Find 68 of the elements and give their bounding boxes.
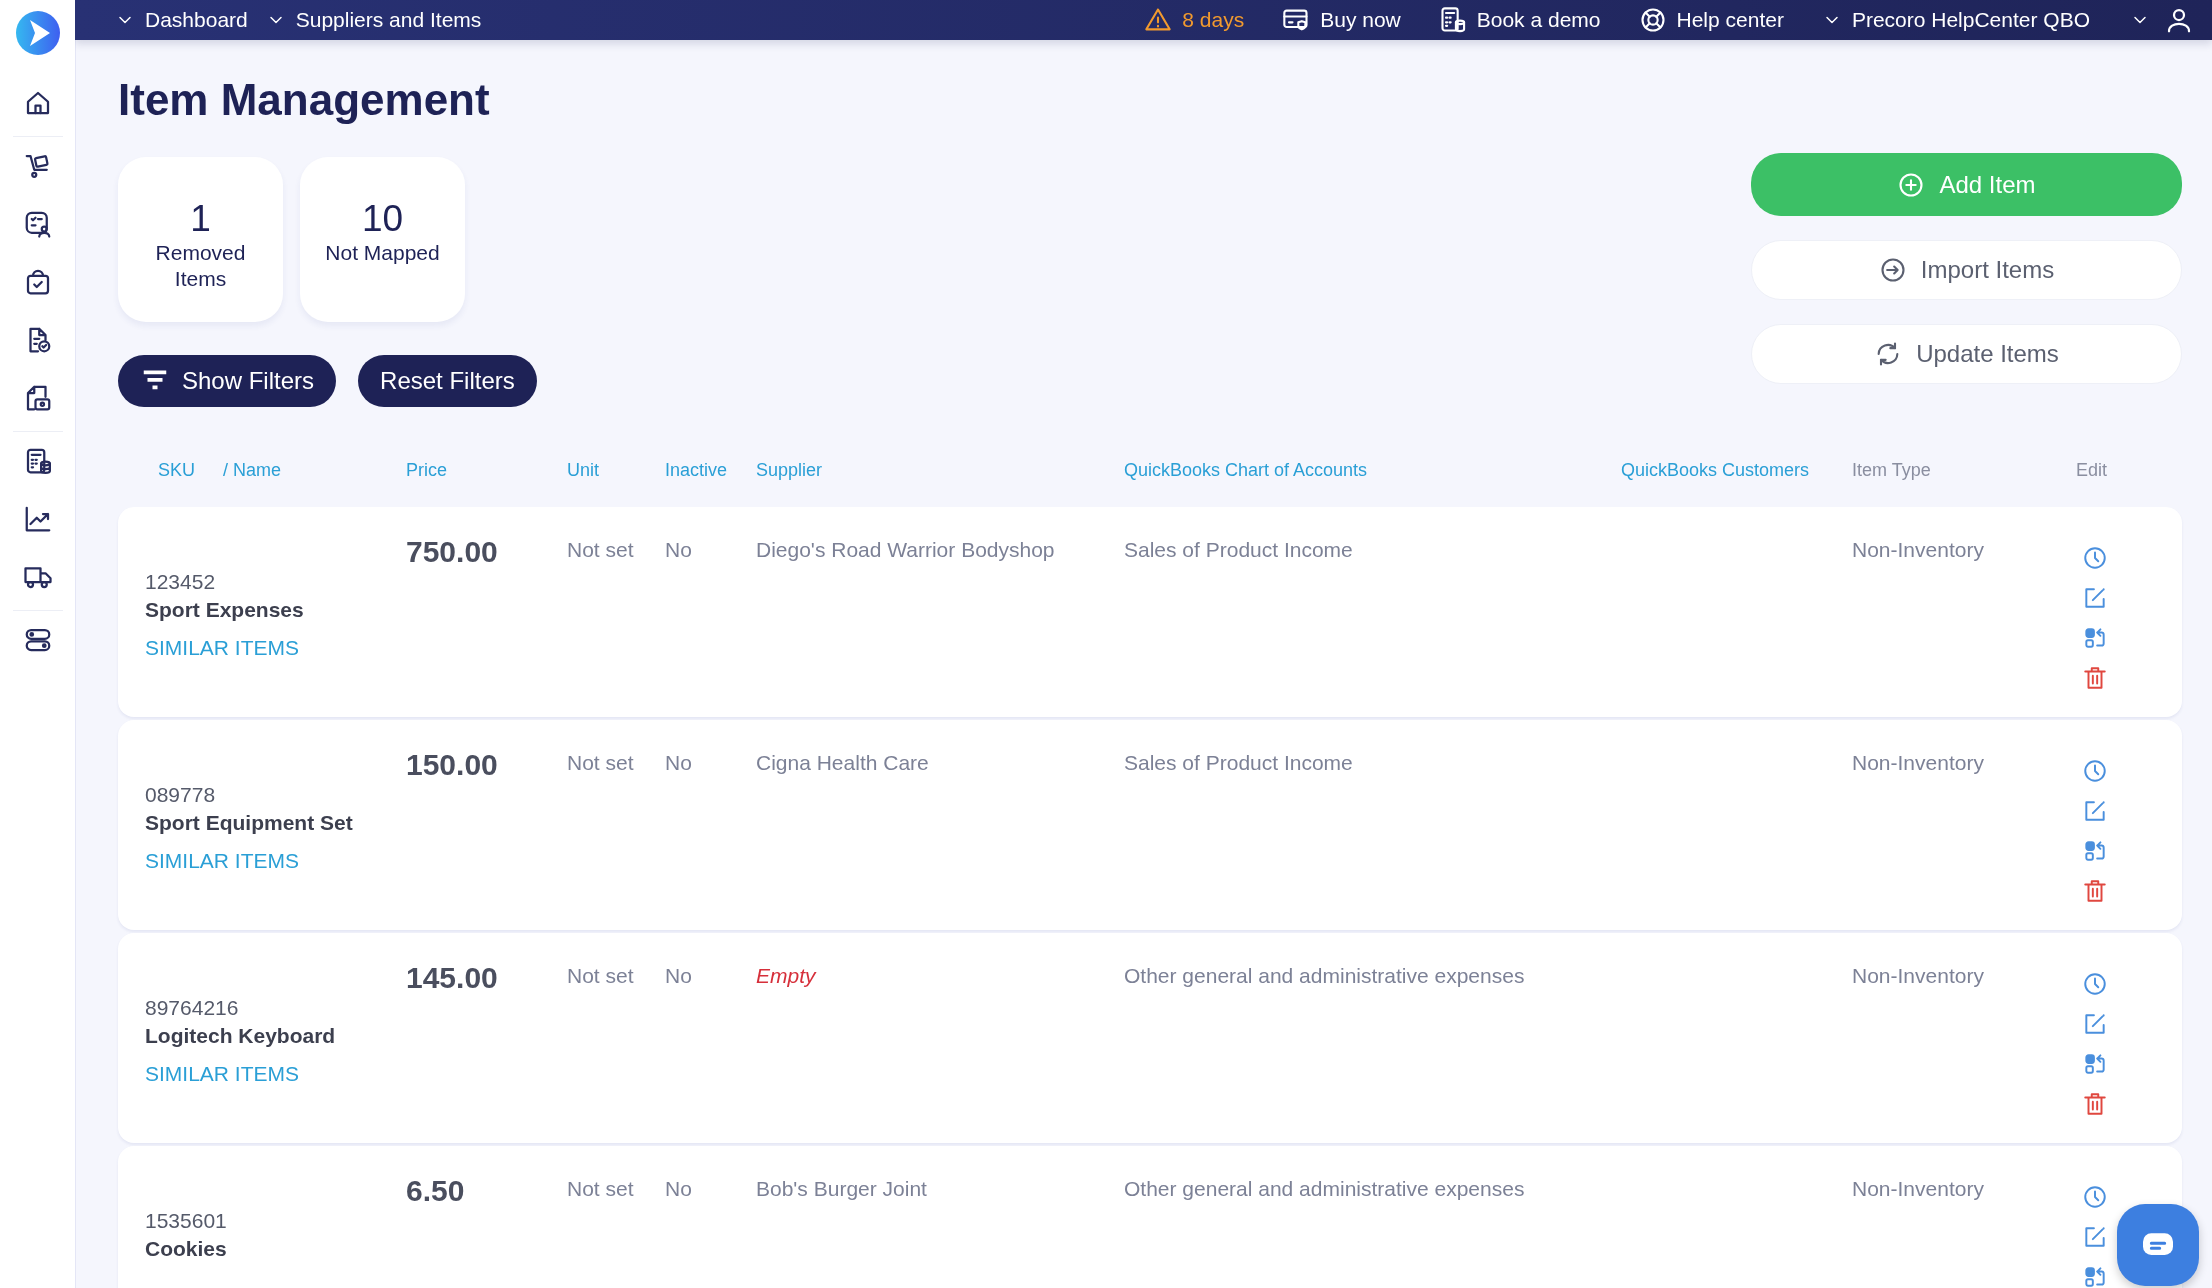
import-items-button[interactable]: Import Items xyxy=(1751,240,2182,300)
edit-icon[interactable] xyxy=(2082,1224,2108,1250)
item-type-text: Non-Inventory xyxy=(1852,963,1985,989)
history-icon[interactable] xyxy=(2082,545,2108,571)
topbar-link[interactable]: Buy now xyxy=(1320,8,1401,32)
logo-icon[interactable] xyxy=(14,10,61,56)
delete-icon[interactable] xyxy=(2082,1091,2108,1117)
breadcrumb-link[interactable]: Suppliers and Items xyxy=(295,8,482,32)
item-type-text: Non-Inventory xyxy=(1852,537,1985,563)
company-selector[interactable]: Precoro HelpCenter QBO xyxy=(1851,8,2090,32)
column-header: Item Type xyxy=(1852,459,1932,481)
arrow-circle-icon xyxy=(1878,256,1907,284)
history-icon[interactable] xyxy=(2082,971,2108,997)
update-items-button[interactable]: Update Items xyxy=(1751,324,2182,384)
page-title: Item Management xyxy=(118,74,491,126)
supplier-text: Diego's Road Warrior Bodyshop xyxy=(756,537,1056,563)
reset-filters-button[interactable]: Reset Filters xyxy=(358,355,537,407)
unit-text: Not set xyxy=(567,537,635,563)
show-filters-button[interactable]: Show Filters xyxy=(118,355,337,407)
column-header: Edit xyxy=(2076,459,2109,481)
item-name: Sport Equipment Set xyxy=(145,810,354,836)
edit-icon[interactable] xyxy=(2082,798,2108,824)
swap-icon[interactable] xyxy=(2082,1051,2108,1077)
lifebuoy-icon[interactable] xyxy=(1638,6,1667,34)
stat-card[interactable]: 10 Not Mapped xyxy=(300,157,465,322)
price-text: 750.00 xyxy=(406,535,499,569)
history-icon[interactable] xyxy=(2082,1184,2108,1210)
account-text: Sales of Product Income xyxy=(1124,750,1354,776)
supplier-text: Bob's Burger Joint xyxy=(756,1176,928,1202)
calculator-icon[interactable] xyxy=(1438,6,1467,34)
breadcrumb-link[interactable]: Dashboard xyxy=(145,8,248,32)
delete-icon[interactable] xyxy=(2082,878,2108,904)
topbar-link[interactable]: Book a demo xyxy=(1476,8,1601,32)
edit-icon[interactable] xyxy=(2082,585,2108,611)
sku-text: 089778 xyxy=(145,782,217,808)
account-text: Sales of Product Income xyxy=(1124,537,1354,563)
history-icon[interactable] xyxy=(2082,758,2108,784)
unit-text: Not set xyxy=(567,1176,635,1202)
swap-icon[interactable] xyxy=(2082,625,2108,651)
inactive-text: No xyxy=(665,963,693,989)
chat-button[interactable] xyxy=(2117,1204,2199,1286)
price-text: 150.00 xyxy=(406,748,499,782)
item-name: Sport Expenses xyxy=(145,597,305,623)
sku-text: 123452 xyxy=(145,569,217,595)
unit-text: Not set xyxy=(567,750,635,776)
item-name: Logitech Keyboard xyxy=(145,1023,337,1049)
swap-icon[interactable] xyxy=(2082,838,2108,864)
supplier-text: Cigna Health Care xyxy=(756,750,930,776)
inactive-text: No xyxy=(665,1176,693,1202)
price-text: 6.50 xyxy=(406,1174,466,1208)
item-type-text: Non-Inventory xyxy=(1852,1176,1985,1202)
sku-text: 89764216 xyxy=(145,995,240,1021)
edit-icon[interactable] xyxy=(2082,1011,2108,1037)
swap-icon[interactable] xyxy=(2082,1264,2108,1288)
trial-days-left: 8 days xyxy=(1182,8,1245,32)
item-name: Cookies xyxy=(145,1236,228,1262)
unit-text: Not set xyxy=(567,963,635,989)
supplier-text: Empty xyxy=(756,963,818,989)
stat-card[interactable]: 1 Removed Items xyxy=(118,157,283,322)
sku-text: 1535601 xyxy=(145,1208,228,1234)
item-type-text: Non-Inventory xyxy=(1852,750,1985,776)
inactive-text: No xyxy=(665,750,693,776)
account-text: Other general and administrative expenses xyxy=(1124,963,1526,989)
topbar-link[interactable]: Help center xyxy=(1676,8,1784,32)
inactive-text: No xyxy=(665,537,693,563)
price-text: 145.00 xyxy=(406,961,499,995)
delete-icon[interactable] xyxy=(2082,665,2108,691)
account-text: Other general and administrative expenses xyxy=(1124,1176,1526,1202)
